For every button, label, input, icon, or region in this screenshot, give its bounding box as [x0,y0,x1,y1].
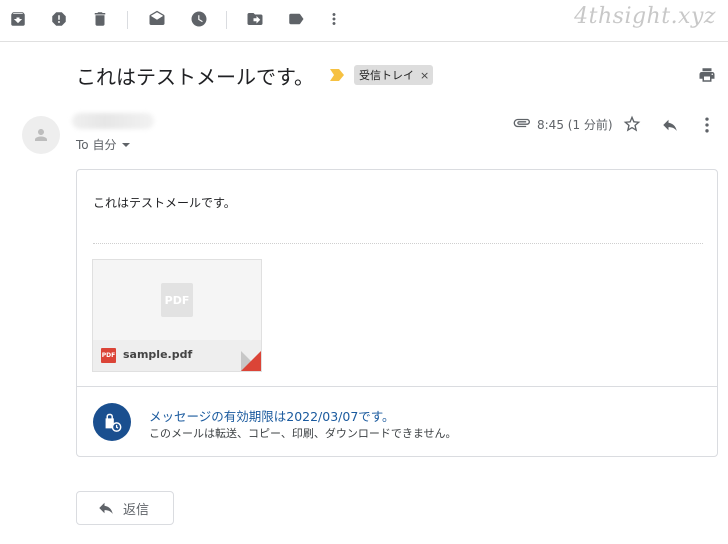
toolbar: 4thsight.xyz [0,0,728,42]
message-subject: これはテストメールです。 [76,64,314,89]
confidential-divider [77,386,717,387]
mark-unread-icon[interactable] [147,9,167,29]
confidential-expiry-text: メッセージの有効期限は2022/03/07です。 [149,409,395,424]
attachment-footer: PDF sample.pdf [93,340,261,371]
pdf-preview-icon: PDF [161,283,193,317]
attachment-divider [93,243,703,244]
archive-icon[interactable] [8,9,28,29]
snooze-icon[interactable] [189,9,209,29]
lock-clock-icon [105,413,122,432]
page-fold-corner [241,351,261,371]
attachment-tile[interactable]: PDF PDF sample.pdf [92,259,262,372]
attachment-clip-icon [513,118,530,128]
reply-icon[interactable] [660,116,680,134]
recipient-text: To 自分 [76,138,117,152]
star-icon[interactable] [622,114,642,134]
label-chip-inbox: 受信トレイ × [354,65,434,85]
attachment-preview: PDF [93,260,261,340]
print-icon[interactable] [697,66,717,84]
message-card: これはテストメールです。 PDF PDF sample.pdf メッセージの有効… [76,169,718,457]
subject-row: これはテストメールです。 受信トレイ × [76,60,434,90]
label-icon[interactable] [286,9,306,29]
person-icon [35,129,47,141]
toolbar-divider [127,11,128,29]
label-chip-text: 受信トレイ [359,69,414,82]
sender-avatar[interactable] [22,116,60,154]
message-time: 8:45 (1 分前) [537,118,613,132]
more-vert-icon[interactable] [702,115,712,135]
move-to-icon[interactable] [245,9,265,29]
delete-icon[interactable] [90,9,110,29]
importance-marker-icon[interactable] [330,69,344,81]
report-spam-icon[interactable] [49,9,69,29]
confidential-mode-icon [93,403,131,441]
reply-icon [99,502,113,514]
reply-button[interactable]: 返信 [76,491,174,525]
remove-label-button[interactable]: × [420,69,429,82]
watermark: 4thsight.xyz [574,4,716,29]
attachment-filename: sample.pdf [123,348,193,361]
toolbar-divider [226,11,227,29]
sender-name-redacted [72,113,154,129]
pdf-file-icon: PDF [101,348,116,363]
confidential-restrictions-text: このメールは転送、コピー、印刷、ダウンロードできません。 [149,427,457,440]
chevron-down-icon [122,142,131,147]
reply-button-label: 返信 [123,502,150,518]
message-body: これはテストメールです。 [93,196,236,210]
more-vert-icon[interactable] [324,9,344,29]
recipient-details-toggle[interactable]: To 自分 [76,136,131,153]
